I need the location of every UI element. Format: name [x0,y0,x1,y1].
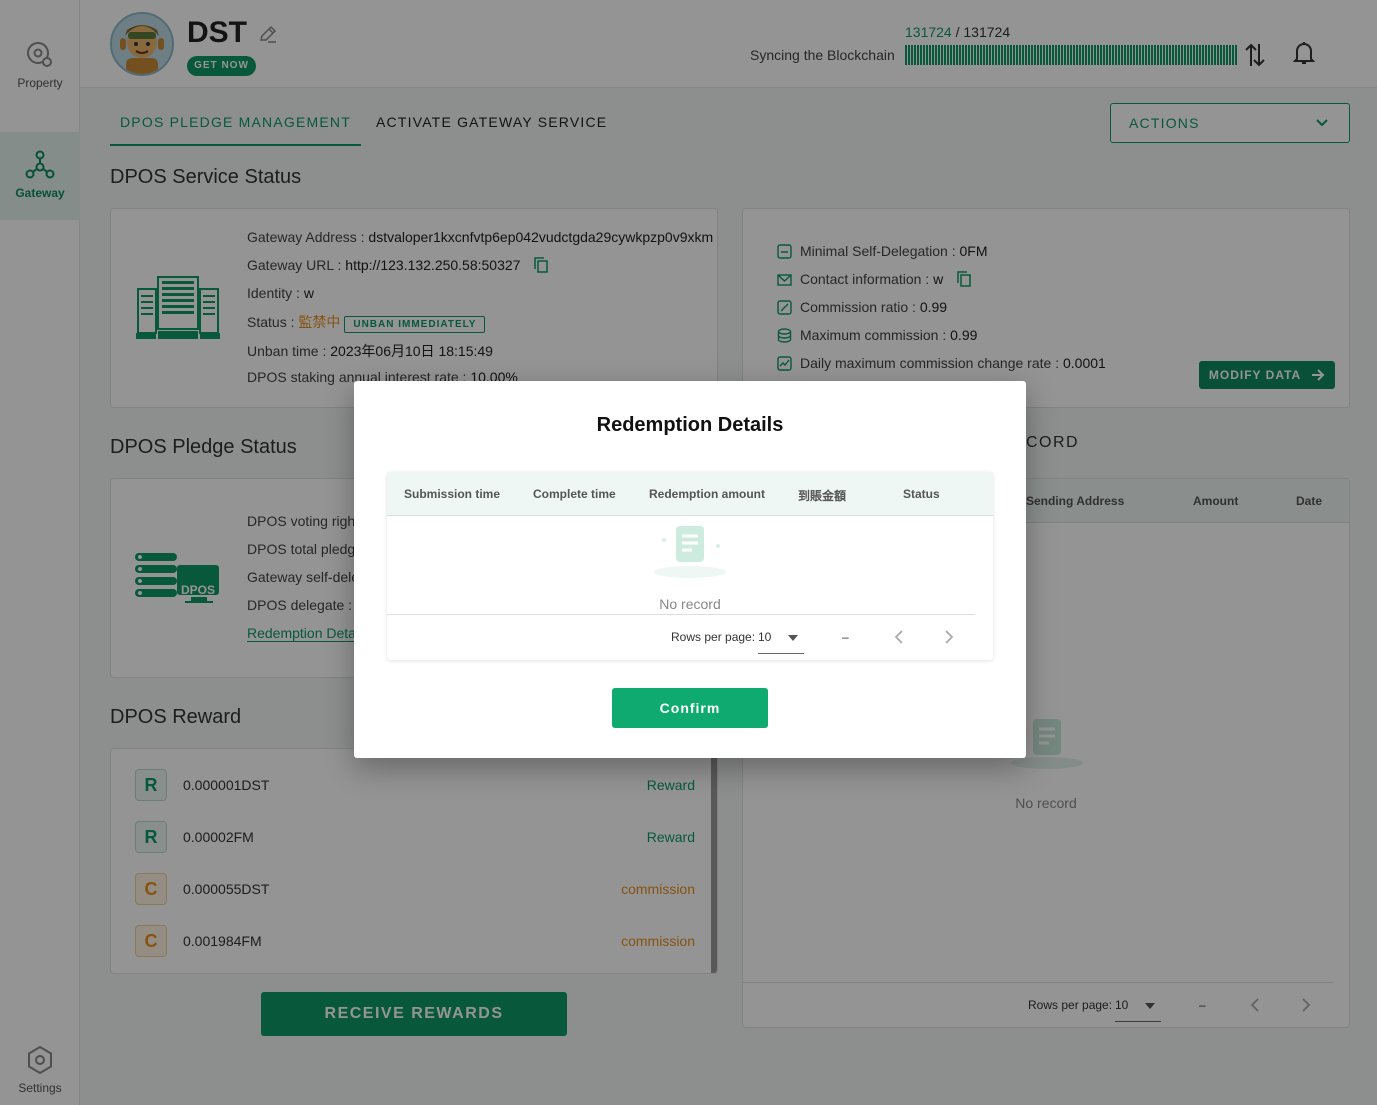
redemption-table-header: Submission time Complete time Redemption… [387,472,993,516]
column-status: Status [903,487,940,501]
column-submission-time: Submission time [404,487,501,501]
redemption-table: Submission time Complete time Redemption… [387,472,993,660]
rows-per-page-label: Rows per page: [671,630,756,644]
page-range: – [842,630,849,644]
dialog-title: Redemption Details [596,414,784,436]
caret-down-icon [788,635,798,641]
chevron-left-icon[interactable] [894,630,904,644]
rows-per-page-value: 10 [758,630,772,644]
redemption-empty-text: No record [659,596,721,612]
confirm-button[interactable]: Confirm [612,688,768,728]
empty-document-icon [654,526,726,578]
column-complete-time: Complete time [533,487,616,501]
chevron-right-icon[interactable] [944,630,954,644]
column-redemption-amount: Redemption amount [649,487,765,501]
redemption-details-dialog: Redemption Details Submission time Compl… [354,381,1026,758]
rows-per-page-select[interactable]: 10 [758,630,804,654]
column-received-amount: 到賬金額 [798,489,847,503]
